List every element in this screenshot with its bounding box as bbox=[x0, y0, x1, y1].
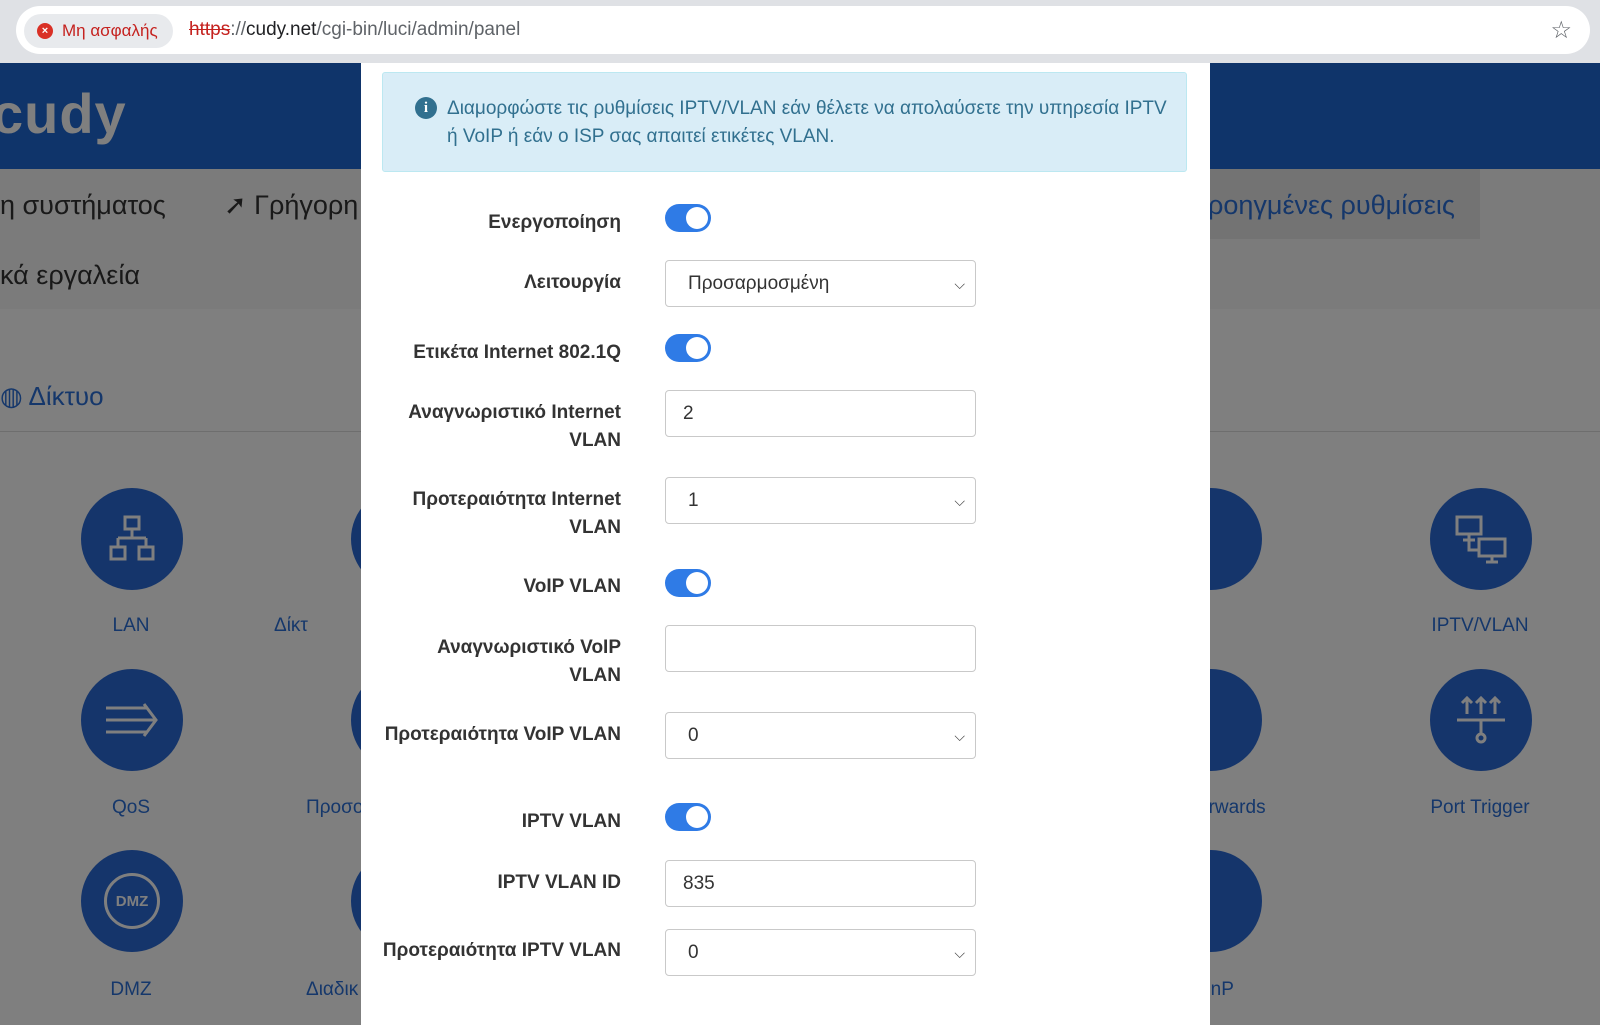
chevron-down-icon: ⌵ bbox=[954, 276, 965, 292]
voip-vlan-priority-select[interactable]: 0 ⌵ bbox=[665, 712, 976, 759]
iptv-vlan-label: IPTV VLAN bbox=[521, 811, 621, 832]
internet-vlan-priority-label: Προτεραιότητα Internet VLAN bbox=[412, 489, 621, 538]
internet-vlan-priority-select[interactable]: 1 ⌵ bbox=[665, 477, 976, 524]
chevron-down-icon: ⌵ bbox=[954, 728, 965, 744]
chevron-down-icon: ⌵ bbox=[954, 945, 965, 961]
iptv-vlan-toggle[interactable] bbox=[665, 803, 711, 831]
url-separator: :// bbox=[230, 19, 247, 40]
internet-vlan-id-input[interactable]: 2 bbox=[665, 390, 976, 437]
voip-vlan-priority-value: 0 bbox=[688, 725, 699, 746]
iptv-vlan-modal: i Διαμορφώστε τις ρυθμίσεις IPTV/VLAN εά… bbox=[361, 63, 1210, 1025]
voip-vlan-toggle[interactable] bbox=[665, 569, 711, 597]
mode-select-value: Προσαρμοσμένη bbox=[688, 273, 830, 294]
warning-icon: × bbox=[37, 23, 53, 39]
address-bar[interactable]: × Μη ασφαλής https://cudy.net/cgi-bin/lu… bbox=[16, 6, 1590, 54]
info-text: Διαμορφώστε τις ρυθμίσεις IPTV/VLAN εάν … bbox=[447, 98, 1167, 147]
voip-vlan-priority-label: Προτεραιότητα VoIP VLAN bbox=[384, 724, 621, 745]
internet-vlan-priority-value: 1 bbox=[688, 490, 699, 511]
iptv-vlan-priority-value: 0 bbox=[688, 942, 699, 963]
url-text[interactable]: https://cudy.net/cgi-bin/luci/admin/pane… bbox=[189, 19, 520, 41]
voip-vlan-label: VoIP VLAN bbox=[523, 576, 621, 597]
internet-tag-label: Ετικέτα Internet 802.1Q bbox=[413, 342, 621, 363]
iptv-vlan-priority-select[interactable]: 0 ⌵ bbox=[665, 929, 976, 976]
internet-tag-toggle[interactable] bbox=[665, 334, 711, 362]
mode-select[interactable]: Προσαρμοσμένη ⌵ bbox=[665, 260, 976, 307]
enable-toggle[interactable] bbox=[665, 204, 711, 232]
iptv-vlan-priority-label: Προτεραιότητα IPTV VLAN bbox=[382, 940, 621, 961]
chevron-down-icon: ⌵ bbox=[954, 493, 965, 509]
mode-label: Λειτουργία bbox=[524, 272, 621, 293]
voip-vlan-id-input[interactable] bbox=[665, 625, 976, 672]
info-icon: i bbox=[415, 97, 437, 119]
bookmark-star-icon[interactable]: ☆ bbox=[1550, 16, 1572, 45]
internet-vlan-id-label: Αναγνωριστικό Internet VLAN bbox=[408, 402, 621, 451]
iptv-vlan-id-label: IPTV VLAN ID bbox=[497, 872, 621, 893]
browser-toolbar: × Μη ασφαλής https://cudy.net/cgi-bin/lu… bbox=[0, 0, 1600, 63]
enable-label: Ενεργοποίηση bbox=[488, 212, 621, 233]
iptv-vlan-id-input[interactable]: 835 bbox=[665, 860, 976, 907]
info-alert: i Διαμορφώστε τις ρυθμίσεις IPTV/VLAN εά… bbox=[382, 72, 1187, 172]
url-host: cudy.net bbox=[246, 19, 317, 40]
voip-vlan-id-label: Αναγνωριστικό VoIP VLAN bbox=[437, 637, 621, 686]
url-path: /cgi-bin/luci/admin/panel bbox=[316, 19, 521, 40]
security-label: Μη ασφαλής bbox=[62, 21, 158, 40]
url-scheme: https bbox=[189, 19, 231, 40]
security-indicator[interactable]: × Μη ασφαλής bbox=[24, 14, 173, 48]
